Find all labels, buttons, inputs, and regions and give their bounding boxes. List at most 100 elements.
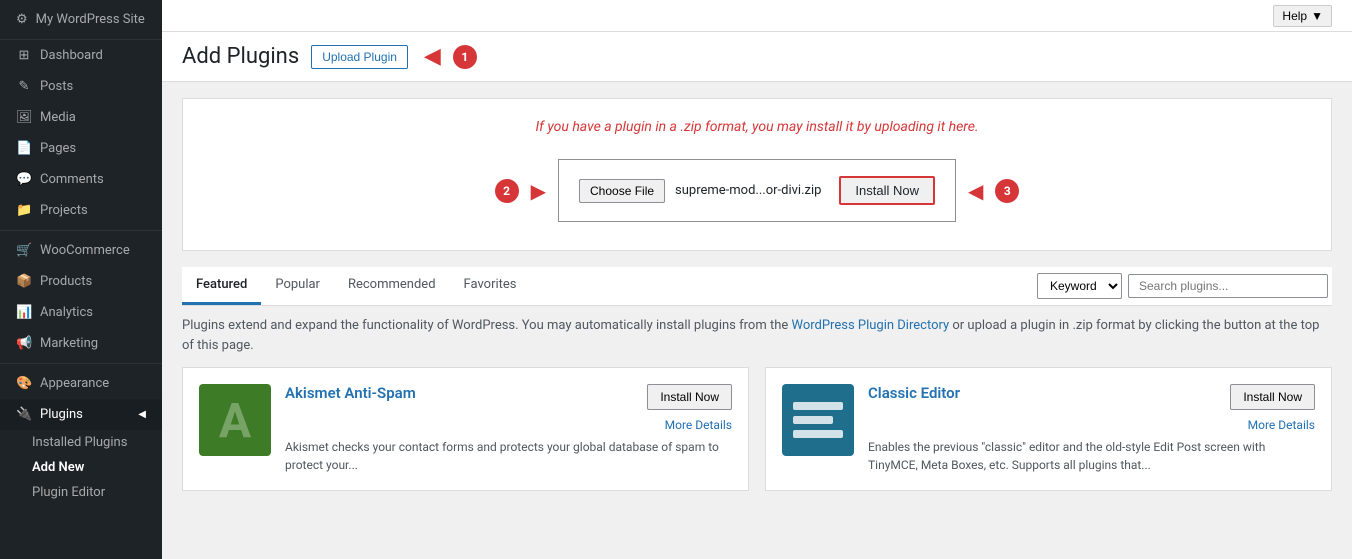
classic-editor-description: Enables the previous "classic" editor an…	[868, 438, 1315, 474]
upload-plugin-button[interactable]: Upload Plugin	[311, 45, 408, 69]
sidebar-item-label: Pages	[40, 141, 76, 156]
sidebar-sub-installed-plugins[interactable]: Installed Plugins	[32, 430, 162, 455]
plugins-icon: 🔌	[16, 407, 32, 422]
sidebar-item-projects[interactable]: 📁 Projects	[0, 195, 162, 226]
sidebar-item-label: Products	[40, 274, 92, 289]
sidebar-item-label: Media	[40, 110, 76, 125]
sidebar-item-label: Dashboard	[40, 48, 103, 63]
tab-popular[interactable]: Popular	[261, 267, 334, 305]
akismet-name: Akismet Anti-Spam	[285, 384, 416, 402]
page-title: Add Plugins	[182, 44, 299, 69]
plugin-description-text: Plugins extend and expand the functional…	[182, 316, 1332, 355]
akismet-icon: A	[199, 384, 271, 456]
sidebar-item-products[interactable]: 📦 Products	[0, 266, 162, 297]
sidebar-item-label: Comments	[40, 172, 104, 187]
sidebar-item-label: Projects	[40, 203, 88, 218]
akismet-more-details-link[interactable]: More Details	[665, 418, 732, 432]
classic-line-3	[793, 430, 843, 438]
upload-form: Choose File supreme-mod...or-divi.zip In…	[558, 159, 956, 222]
sidebar-item-label: Analytics	[40, 305, 93, 320]
sidebar-item-plugins[interactable]: 🔌 Plugins ◀	[0, 399, 162, 430]
sidebar: ⚙ My WordPress Site ⊞ Dashboard ✎ Posts …	[0, 0, 162, 559]
classic-line-2	[793, 416, 833, 424]
step-2-badge: 2	[495, 179, 519, 203]
upload-area: If you have a plugin in a .zip format, y…	[182, 98, 1332, 251]
tabs-right: Keyword	[1037, 273, 1332, 299]
sidebar-item-pages[interactable]: 📄 Pages	[0, 133, 162, 164]
analytics-icon: 📊	[16, 305, 32, 320]
page-header: Add Plugins Upload Plugin ◀ 1	[162, 32, 1352, 82]
tab-recommended[interactable]: Recommended	[334, 267, 450, 305]
akismet-btn-group: Install Now More Details	[647, 384, 732, 432]
products-icon: 📦	[16, 274, 32, 289]
classic-editor-more-details-link[interactable]: More Details	[1248, 418, 1315, 432]
sidebar-logo: ⚙ My WordPress Site	[0, 0, 162, 40]
projects-icon: 📁	[16, 203, 32, 218]
classic-editor-icon	[782, 384, 854, 456]
pages-icon: 📄	[16, 141, 32, 156]
arrow-right-icon: ◀	[424, 44, 441, 69]
sidebar-sub-plugin-editor[interactable]: Plugin Editor	[32, 480, 162, 505]
classic-editor-btn-group: Install Now More Details	[1230, 384, 1315, 432]
upload-instruction: If you have a plugin in a .zip format, y…	[203, 119, 1311, 135]
site-name: My WordPress Site	[36, 12, 145, 27]
classic-editor-info: Classic Editor Install Now More Details …	[868, 384, 1315, 474]
sidebar-item-appearance[interactable]: 🎨 Appearance	[0, 368, 162, 399]
install-now-button-upload[interactable]: Install Now	[839, 176, 935, 205]
plugin-card-classic-editor: Classic Editor Install Now More Details …	[765, 367, 1332, 491]
akismet-install-button[interactable]: Install Now	[647, 384, 732, 410]
tab-favorites[interactable]: Favorites	[450, 267, 531, 305]
plugins-submenu: Installed Plugins Add New Plugin Editor	[0, 430, 162, 505]
sidebar-item-media[interactable]: 🖼 Media	[0, 102, 162, 133]
akismet-info: Akismet Anti-Spam Install Now More Detai…	[285, 384, 732, 474]
tabs-left: Featured Popular Recommended Favorites	[182, 267, 531, 305]
wp-plugin-directory-link[interactable]: WordPress Plugin Directory	[791, 318, 949, 333]
akismet-description: Akismet checks your contact forms and pr…	[285, 438, 732, 474]
wp-logo-icon: ⚙	[16, 12, 28, 27]
step-3-badge: 3	[995, 179, 1019, 203]
classic-line-1	[793, 402, 843, 410]
akismet-header: Akismet Anti-Spam Install Now More Detai…	[285, 384, 732, 432]
sidebar-item-posts[interactable]: ✎ Posts	[0, 71, 162, 102]
sidebar-item-dashboard[interactable]: ⊞ Dashboard	[0, 40, 162, 71]
chevron-down-icon: ▼	[1311, 9, 1323, 23]
file-name-display: supreme-mod...or-divi.zip	[675, 183, 821, 198]
media-icon: 🖼	[16, 110, 32, 125]
arrow-2-icon: ▶	[531, 179, 546, 203]
tabs-bar: Featured Popular Recommended Favorites K…	[182, 267, 1332, 306]
marketing-icon: 📢	[16, 336, 32, 351]
plugin-card-akismet: A Akismet Anti-Spam Install Now More Det…	[182, 367, 749, 491]
topbar: Help ▼	[162, 0, 1352, 32]
search-input[interactable]	[1128, 274, 1328, 298]
sidebar-sub-add-new[interactable]: Add New	[32, 455, 162, 480]
sidebar-item-marketing[interactable]: 📢 Marketing	[0, 328, 162, 359]
tab-featured[interactable]: Featured	[182, 267, 261, 305]
search-filter-select[interactable]: Keyword	[1037, 273, 1122, 299]
classic-editor-header: Classic Editor Install Now More Details	[868, 384, 1315, 432]
help-button[interactable]: Help ▼	[1273, 5, 1332, 27]
classic-editor-install-button[interactable]: Install Now	[1230, 384, 1315, 410]
choose-file-button[interactable]: Choose File	[579, 179, 665, 203]
step-1-badge: 1	[453, 45, 477, 69]
sidebar-item-analytics[interactable]: 📊 Analytics	[0, 297, 162, 328]
sidebar-item-label: WooCommerce	[40, 243, 130, 258]
arrow-3-icon: ◀	[968, 179, 983, 203]
plugins-grid: A Akismet Anti-Spam Install Now More Det…	[182, 367, 1332, 491]
sidebar-divider	[0, 230, 162, 231]
woocommerce-icon: 🛒	[16, 243, 32, 258]
desc-before-link: Plugins extend and expand the functional…	[182, 318, 791, 333]
chevron-left-icon: ◀	[138, 409, 146, 420]
appearance-icon: 🎨	[16, 376, 32, 391]
sidebar-item-comments[interactable]: 💬 Comments	[0, 164, 162, 195]
sidebar-item-woocommerce[interactable]: 🛒 WooCommerce	[0, 235, 162, 266]
main-content: Help ▼ Add Plugins Upload Plugin ◀ 1 If …	[162, 0, 1352, 559]
help-label: Help	[1282, 9, 1307, 23]
sidebar-item-label: Appearance	[40, 376, 109, 391]
sidebar-item-label: Posts	[40, 79, 73, 94]
comments-icon: 💬	[16, 172, 32, 187]
classic-editor-name: Classic Editor	[868, 384, 960, 402]
sidebar-divider-2	[0, 363, 162, 364]
dashboard-icon: ⊞	[16, 48, 32, 63]
posts-icon: ✎	[16, 79, 32, 94]
sidebar-item-label: Marketing	[40, 336, 98, 351]
